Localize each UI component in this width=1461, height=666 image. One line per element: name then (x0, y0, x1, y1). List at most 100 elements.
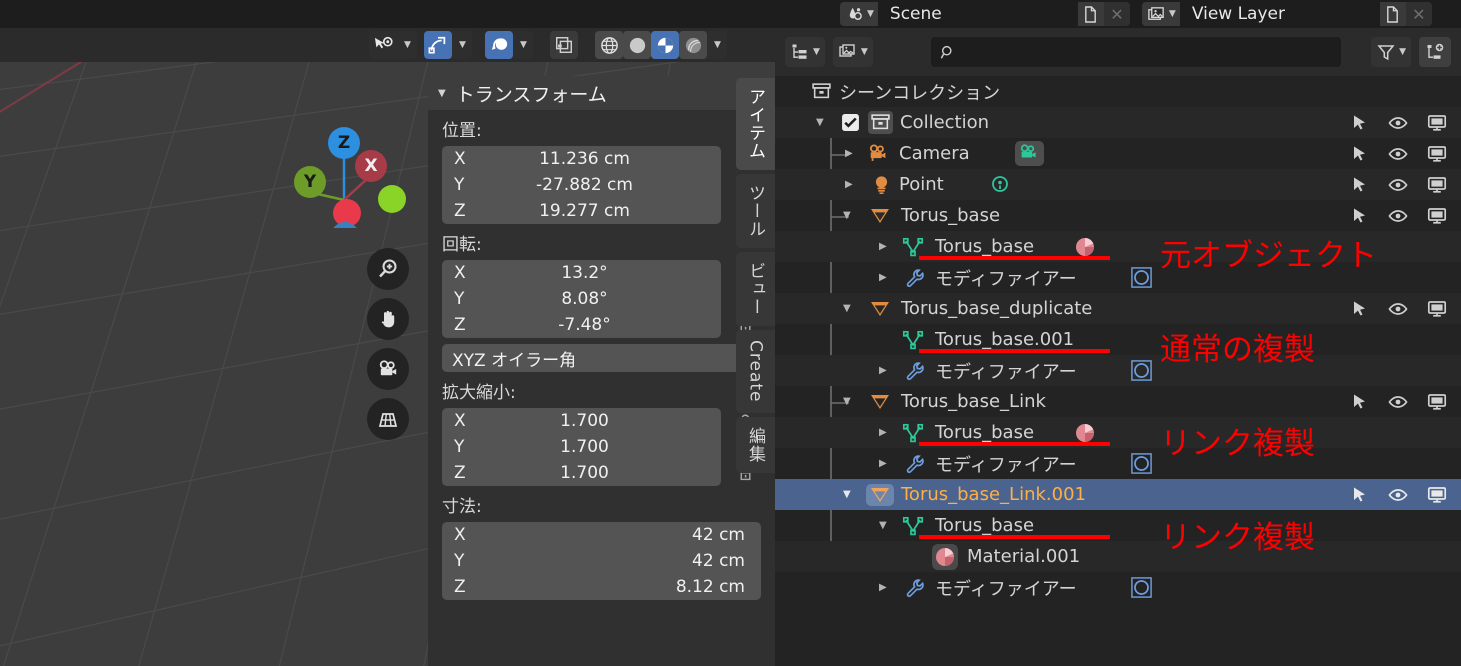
scene-selector[interactable]: ▼ Scene ✕ (840, 2, 1130, 26)
scale-y-field[interactable]: Y 1.700 (442, 434, 721, 460)
eye-icon[interactable] (1388, 300, 1408, 318)
delete-view-layer-button[interactable]: ✕ (1405, 2, 1432, 26)
disclosure-triangle-right-icon[interactable]: ▶ (845, 148, 853, 159)
gizmo-axis-y[interactable]: Y (294, 166, 326, 198)
outliner-row-collection[interactable]: ▼ Collection (775, 107, 1461, 138)
disclosure-triangle-down-icon[interactable]: ▼ (843, 303, 851, 314)
outliner-row-torus-link-object[interactable]: ▼ Torus_base_Link (775, 386, 1461, 417)
zoom-button[interactable] (367, 248, 409, 290)
disclosure-triangle-right-icon[interactable]: ▶ (879, 458, 887, 469)
outliner-row-modifier-4[interactable]: ▶ モディファイアー (775, 572, 1461, 603)
filter-id-button[interactable]: ▼ (832, 37, 873, 67)
disclosure-triangle-right-icon[interactable]: ▶ (879, 272, 887, 283)
outliner-row-camera[interactable]: ▶ Camera (775, 138, 1461, 169)
rotation-mode-dropdown[interactable]: XYZ オイラー角 ⌄ (442, 344, 761, 372)
select-mode-button[interactable] (369, 31, 397, 59)
scale-x-field[interactable]: X 1.700 (442, 408, 721, 434)
toggle-xray-button[interactable] (550, 31, 578, 59)
search-box[interactable] (930, 37, 1341, 67)
tab-edit[interactable]: 編集 (736, 416, 775, 473)
dimensions-x-field[interactable]: X 42 cm (442, 522, 761, 548)
cursor-arrow-icon[interactable] (1351, 176, 1369, 194)
view-layer-browse-button[interactable]: ▼ (1141, 2, 1180, 26)
shading-wireframe-button[interactable] (595, 31, 623, 59)
new-collection-button[interactable] (1419, 37, 1451, 67)
disclosure-triangle-right-icon[interactable]: ▶ (879, 427, 887, 438)
location-z-field[interactable]: Z 19.277 cm (442, 198, 721, 224)
view-layer-name[interactable]: View Layer (1179, 2, 1380, 26)
snap-group[interactable]: ▼ (424, 31, 472, 59)
camera-data-icon[interactable] (1015, 141, 1044, 166)
tab-item[interactable]: アイテム (736, 78, 775, 170)
eye-icon[interactable] (1388, 486, 1408, 504)
display-mode-button[interactable]: ▼ (785, 37, 825, 67)
monitor-icon[interactable] (1427, 207, 1447, 225)
monitor-icon[interactable] (1427, 145, 1447, 163)
cursor-arrow-icon[interactable] (1351, 145, 1369, 163)
view-layer-selector[interactable]: ▼ View Layer ✕ (1141, 2, 1432, 26)
rotation-y-field[interactable]: Y 8.08° (442, 286, 721, 312)
monitor-icon[interactable] (1427, 486, 1447, 504)
outliner-row-torus-base-001-mesh[interactable]: Torus_base.001 (775, 324, 1461, 355)
rotation-x-field[interactable]: X 13.2° (442, 260, 721, 286)
tab-view[interactable]: ビュー (736, 252, 775, 326)
cursor-arrow-icon[interactable] (1351, 114, 1369, 132)
rotation-z-field[interactable]: Z -7.48° (442, 312, 721, 338)
disclosure-triangle-down-icon[interactable]: ▼ (816, 117, 824, 128)
shading-material-button[interactable] (651, 31, 679, 59)
cursor-arrow-icon[interactable] (1351, 300, 1369, 318)
outliner-row-torus-base-linked-mesh-2[interactable]: ▼ Torus_base (775, 510, 1461, 541)
outliner-row-torus-duplicate-object[interactable]: ▼ Torus_base_duplicate (775, 293, 1461, 324)
disclosure-triangle-right-icon[interactable]: ▶ (845, 179, 853, 190)
delete-scene-button[interactable]: ✕ (1103, 2, 1130, 26)
subsurf-icon[interactable] (1130, 266, 1153, 289)
outliner-row-modifier-2[interactable]: ▶ モディファイアー (775, 355, 1461, 386)
disclosure-triangle-down-icon[interactable]: ▼ (879, 520, 887, 531)
location-x-field[interactable]: X 11.236 cm (442, 146, 721, 172)
monitor-icon[interactable] (1427, 300, 1447, 318)
select-mode-dropdown[interactable]: ▼ (397, 31, 417, 59)
subsurf-icon[interactable] (1130, 359, 1153, 382)
outliner-row-torus-link-001-object[interactable]: ▼ Torus_base_Link.001 (775, 479, 1461, 510)
point-light-data-icon[interactable] (989, 174, 1011, 196)
eye-icon[interactable] (1388, 114, 1408, 132)
filter-button[interactable]: ▼ (1371, 37, 1411, 67)
snap-toggle-button[interactable] (424, 31, 452, 59)
tab-tool[interactable]: ツール (736, 174, 775, 248)
subsurf-icon[interactable] (1130, 452, 1153, 475)
cursor-arrow-icon[interactable] (1351, 393, 1369, 411)
scene-name[interactable]: Scene (877, 2, 1078, 26)
dimensions-z-field[interactable]: Z 8.12 cm (442, 574, 761, 600)
toggle-ortho-button[interactable] (367, 398, 409, 440)
pan-button[interactable] (367, 298, 409, 340)
triangle-down-icon[interactable]: ▼ (438, 88, 446, 99)
material-icon[interactable] (1073, 421, 1097, 445)
eye-icon[interactable] (1388, 176, 1408, 194)
outliner-row-torus-base-linked-mesh[interactable]: ▶ Torus_base (775, 417, 1461, 448)
outliner-row-material-001[interactable]: Material.001 (775, 541, 1461, 572)
gizmo-axis-z[interactable]: Z (328, 127, 360, 159)
search-input[interactable] (962, 43, 1332, 61)
eye-icon[interactable] (1388, 207, 1408, 225)
outliner-row-scene-collection[interactable]: シーンコレクション (775, 76, 1461, 107)
new-scene-button[interactable] (1077, 2, 1104, 26)
disclosure-triangle-down-icon[interactable]: ▼ (843, 396, 851, 407)
camera-view-button[interactable] (367, 348, 409, 390)
shading-rendered-button[interactable] (679, 31, 707, 59)
subsurf-icon[interactable] (1130, 576, 1153, 599)
proportional-edit-button[interactable] (485, 31, 513, 59)
outliner-row-modifier-3[interactable]: ▶ モディファイアー (775, 448, 1461, 479)
disclosure-triangle-down-icon[interactable]: ▼ (843, 489, 851, 500)
disclosure-triangle-down-icon[interactable]: ▼ (843, 210, 851, 221)
monitor-icon[interactable] (1427, 114, 1447, 132)
snap-dropdown[interactable]: ▼ (452, 31, 472, 59)
outliner-row-point[interactable]: ▶ Point (775, 169, 1461, 200)
dimensions-y-field[interactable]: Y 42 cm (442, 548, 761, 574)
shading-modes-group[interactable]: ▼ (595, 31, 727, 59)
proportional-group[interactable]: ▼ (485, 31, 533, 59)
eye-icon[interactable] (1388, 145, 1408, 163)
disclosure-triangle-right-icon[interactable]: ▶ (879, 365, 887, 376)
shading-solid-button[interactable] (623, 31, 651, 59)
location-y-field[interactable]: Y -27.882 cm (442, 172, 721, 198)
cursor-arrow-icon[interactable] (1351, 207, 1369, 225)
